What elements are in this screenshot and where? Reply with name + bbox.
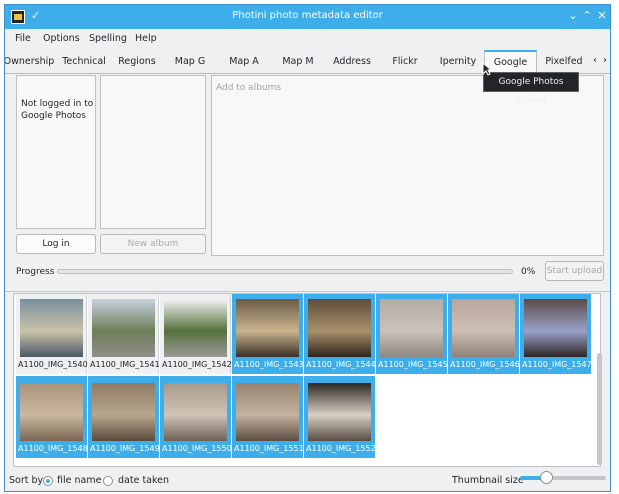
thumbnail-image xyxy=(20,383,83,441)
chevron-down-icon: ⌄ xyxy=(568,9,578,22)
menu-options[interactable]: Options xyxy=(43,33,80,44)
thumbnail-label: A1100_IMG_1550 xyxy=(162,444,232,453)
window-title: Photini photo metadata editor xyxy=(232,10,383,21)
thumbnail-label: A1100_IMG_1542 xyxy=(162,360,232,369)
thumbnail-image xyxy=(380,299,443,357)
tab-bar: Ownership Technical Regions Map G Map A … xyxy=(5,49,610,74)
menu-help[interactable]: Help xyxy=(135,33,157,44)
user-panel xyxy=(100,75,206,229)
scroll-right-icon[interactable]: › xyxy=(603,55,607,66)
start-upload-button[interactable]: Start upload xyxy=(545,261,604,281)
tooltip: Google Photos upload xyxy=(483,72,579,105)
progress-bar xyxy=(57,269,513,274)
thumbnail-label: A1100_IMG_1552 xyxy=(306,444,376,453)
maximize-button[interactable]: ⌃ xyxy=(579,8,595,24)
tab-ownership[interactable]: Ownership xyxy=(5,51,55,72)
thumbnail-label: A1100_IMG_1540 xyxy=(18,360,88,369)
sort-date-taken-radio[interactable] xyxy=(103,476,113,486)
mouse-cursor-icon xyxy=(482,62,492,76)
thumbnail[interactable]: A1100_IMG_1547 xyxy=(520,294,592,374)
progress-value: 0% xyxy=(521,267,536,277)
scroll-left-icon[interactable]: ‹ xyxy=(593,55,597,66)
thumbnail[interactable]: A1100_IMG_1546 xyxy=(448,294,520,374)
thumbnail[interactable]: A1100_IMG_1549 xyxy=(88,376,160,458)
tab-regions[interactable]: Regions xyxy=(111,51,163,72)
progress-label: Progress xyxy=(16,267,55,277)
thumbnail[interactable]: A1100_IMG_1542 xyxy=(160,294,232,374)
thumbnail-label: A1100_IMG_1549 xyxy=(90,444,160,453)
scrollbar-handle[interactable] xyxy=(597,353,602,465)
thumbnail-label: A1100_IMG_1545 xyxy=(378,360,448,369)
thumbnail-image xyxy=(308,383,371,441)
sort-by-label: Sort by xyxy=(9,475,44,486)
menu-spelling[interactable]: Spelling xyxy=(89,33,127,44)
close-button[interactable]: ✕ xyxy=(594,8,610,24)
thumbnail-grid[interactable]: A1100_IMG_1540 A1100_IMG_1541 A1100_IMG_15… xyxy=(13,293,601,467)
thumbnail[interactable]: A1100_IMG_1551 xyxy=(232,376,304,458)
albums-placeholder: Add to albums xyxy=(216,83,282,93)
tab-technical[interactable]: Technical xyxy=(57,51,111,72)
divider xyxy=(5,291,610,292)
thumbnail-label: A1100_IMG_1551 xyxy=(234,444,304,453)
menu-bar: File Options Spelling Help xyxy=(5,29,610,49)
thumbnail-label: A1100_IMG_1547 xyxy=(522,360,592,369)
thumbnail-image xyxy=(452,299,515,357)
thumbnail-label: A1100_IMG_1541 xyxy=(90,360,160,369)
menu-file[interactable]: File xyxy=(15,33,31,44)
tab-ipernity[interactable]: Ipernity xyxy=(431,51,485,72)
tab-address[interactable]: Address xyxy=(325,51,379,72)
close-icon: ✕ xyxy=(597,9,607,22)
thumbnail-label: A1100_IMG_1548 xyxy=(18,444,88,453)
thumbnail-image xyxy=(164,383,227,441)
tab-flickr[interactable]: Flickr xyxy=(379,51,431,72)
thumbnail-label: A1100_IMG_1544 xyxy=(306,360,376,369)
sort-file-name-radio[interactable] xyxy=(43,476,53,486)
login-button[interactable]: Log in xyxy=(16,234,96,254)
thumbnail-image xyxy=(308,299,371,357)
title-bar[interactable]: ✓ Photini photo metadata editor ⌄ ⌃ ✕ xyxy=(5,5,610,29)
thumbnail[interactable]: A1100_IMG_1541 xyxy=(88,294,160,374)
tab-map-a[interactable]: Map A xyxy=(217,51,271,72)
thumbnail-image xyxy=(20,299,83,357)
thumbnail[interactable]: A1100_IMG_1540 xyxy=(16,294,88,374)
login-status: Not logged in to Google Photos xyxy=(21,99,94,121)
thumbnail[interactable]: A1100_IMG_1544 xyxy=(304,294,376,374)
thumbnail[interactable]: A1100_IMG_1545 xyxy=(376,294,448,374)
chevron-up-icon: ⌃ xyxy=(582,9,592,22)
thumbnail-size-slider[interactable] xyxy=(520,476,606,480)
thumbnail-size-handle[interactable] xyxy=(539,471,553,484)
sort-date-taken-label[interactable]: date taken xyxy=(118,475,169,486)
thumbnail[interactable]: A1100_IMG_1550 xyxy=(160,376,232,458)
thumbnail[interactable]: A1100_IMG_1552 xyxy=(304,376,376,458)
thumbnail-image xyxy=(236,383,299,441)
thumbnail[interactable]: A1100_IMG_1543 xyxy=(232,294,304,374)
thumbnail-image xyxy=(164,299,227,357)
thumbnail-image xyxy=(236,299,299,357)
new-album-button[interactable]: New album xyxy=(100,234,206,254)
sort-file-name-label[interactable]: file name xyxy=(57,475,101,486)
thumbnail-image xyxy=(524,299,587,357)
tab-map-g[interactable]: Map G xyxy=(163,51,217,72)
tab-pixelfed[interactable]: Pixelfed xyxy=(537,51,591,72)
bottom-bar: Sort by file name date taken Thumbnail s… xyxy=(5,469,610,491)
thumbnail[interactable]: A1100_IMG_1548 xyxy=(16,376,88,458)
thumbnail-scrollbar[interactable] xyxy=(596,293,603,467)
tab-map-m[interactable]: Map M xyxy=(271,51,325,72)
thumbnail-image xyxy=(92,299,155,357)
thumbnail-label: A1100_IMG_1543 xyxy=(234,360,304,369)
thumbnail-label: A1100_IMG_1546 xyxy=(450,360,520,369)
thumbnail-image xyxy=(92,383,155,441)
thumbnail-size-label: Thumbnail size xyxy=(452,475,524,486)
